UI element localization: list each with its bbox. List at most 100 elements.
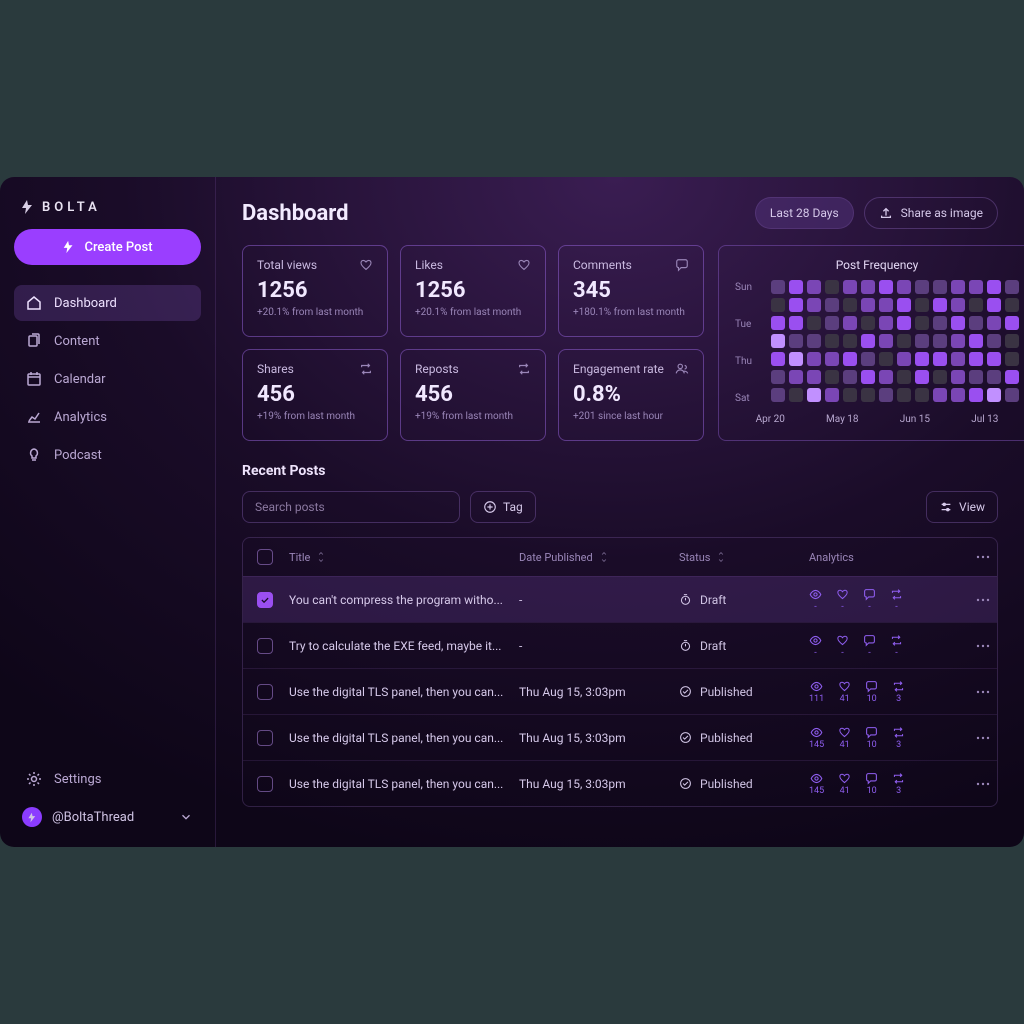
row-more[interactable]	[963, 592, 998, 608]
heatmap-cell	[933, 334, 947, 348]
settings-label: Settings	[54, 772, 101, 787]
row-title: You can't compress the program witho...	[283, 593, 513, 607]
heatmap-cell	[969, 370, 983, 384]
heatmap-cell	[897, 316, 911, 330]
col-date[interactable]: Date Published	[513, 551, 673, 564]
heatmap-cell	[789, 334, 803, 348]
sort-icon	[599, 552, 609, 562]
metric: 10	[865, 680, 878, 704]
sidebar-item-content[interactable]: Content	[14, 323, 201, 359]
table-row[interactable]: Use the digital TLS panel, then you can.…	[243, 668, 997, 714]
row-checkbox[interactable]	[257, 684, 273, 700]
share-image-button[interactable]: Share as image	[864, 197, 998, 229]
table-row[interactable]: Use the digital TLS panel, then you can.…	[243, 714, 997, 760]
header-more[interactable]	[963, 549, 998, 565]
comment-icon	[863, 634, 876, 647]
heart-icon	[836, 634, 849, 647]
check-icon	[679, 731, 692, 744]
row-more[interactable]	[963, 730, 998, 746]
gear-icon	[26, 771, 42, 787]
view-button[interactable]: View	[926, 491, 998, 523]
table-row[interactable]: Try to calculate the EXE feed, maybe it.…	[243, 622, 997, 668]
table-row[interactable]: Use the digital TLS panel, then you can.…	[243, 760, 997, 806]
sidebar-item-podcast[interactable]: Podcast	[14, 437, 201, 473]
heatmap-cell	[1005, 334, 1019, 348]
heatmap-cell	[915, 298, 929, 312]
plus-circle-icon	[483, 500, 497, 514]
chart-icon	[26, 409, 42, 425]
stat-label: Reposts	[415, 362, 459, 376]
row-checkbox[interactable]	[257, 638, 273, 654]
metric: 3	[892, 680, 905, 704]
eye-icon	[809, 588, 822, 601]
col-status[interactable]: Status	[673, 551, 803, 564]
row-status: Published	[673, 777, 803, 791]
heatmap-cell	[789, 388, 803, 402]
post-frequency-card: Post Frequency SunTueThuSat Apr 20May 18…	[718, 245, 1024, 441]
sidebar: BOLTA Create Post DashboardContentCalend…	[0, 177, 216, 847]
comment-icon	[863, 588, 876, 601]
users-icon	[675, 362, 689, 376]
sort-icon	[716, 552, 726, 562]
row-checkbox[interactable]	[257, 592, 273, 608]
heatmap-cell	[933, 352, 947, 366]
create-post-button[interactable]: Create Post	[14, 229, 201, 265]
date-range-button[interactable]: Last 28 Days	[755, 197, 854, 229]
row-more[interactable]	[963, 776, 998, 792]
metric: -	[836, 588, 849, 612]
sidebar-item-dashboard[interactable]: Dashboard	[14, 285, 201, 321]
search-input[interactable]	[242, 491, 460, 523]
row-analytics: 14541103	[803, 726, 963, 750]
row-more[interactable]	[963, 684, 998, 700]
heatmap-cell	[897, 352, 911, 366]
repeat-icon	[359, 362, 373, 376]
comment-icon	[675, 258, 689, 272]
table-row[interactable]: You can't compress the program witho... …	[243, 576, 997, 622]
nav: DashboardContentCalendar Analytics Podcast	[14, 285, 201, 473]
heatmap-cell	[1005, 298, 1019, 312]
heatmap-cell	[879, 388, 893, 402]
heatmap-cell	[861, 334, 875, 348]
tag-button[interactable]: Tag	[470, 491, 536, 523]
bolt-icon	[20, 199, 36, 215]
heart-icon	[838, 680, 851, 693]
heatmap-cell	[969, 316, 983, 330]
header: Dashboard Last 28 Days Share as image	[242, 197, 998, 229]
heatmap-cell	[789, 280, 803, 294]
heatmap-cell	[987, 280, 1001, 294]
day-labels: SunTueThuSat	[735, 280, 765, 406]
stat-label: Engagement rate	[573, 362, 664, 376]
metric: 10	[865, 772, 878, 796]
sidebar-item-analytics[interactable]: Analytics	[14, 399, 201, 435]
select-all-checkbox[interactable]	[257, 549, 273, 565]
brand: BOLTA	[14, 193, 201, 229]
row-more[interactable]	[963, 638, 998, 654]
col-title[interactable]: Title	[283, 551, 513, 564]
heatmap-cell	[825, 316, 839, 330]
heatmap-cell	[861, 352, 875, 366]
heatmap-cell	[897, 334, 911, 348]
heatmap-cell	[987, 334, 1001, 348]
sidebar-item-settings[interactable]: Settings	[14, 761, 201, 797]
heatmap-cell	[771, 298, 785, 312]
row-status: Published	[673, 685, 803, 699]
timer-icon	[679, 593, 692, 606]
heatmap-cell	[897, 388, 911, 402]
heatmap-cell	[1005, 388, 1019, 402]
heatmap-cell	[843, 388, 857, 402]
row-title: Use the digital TLS panel, then you can.…	[283, 685, 513, 699]
posts-toolbar: Tag View	[242, 491, 998, 523]
row-analytics: 11141103	[803, 680, 963, 704]
stat-label: Total views	[257, 258, 317, 272]
heatmap-cell	[771, 352, 785, 366]
row-checkbox[interactable]	[257, 730, 273, 746]
nav-label: Analytics	[54, 410, 107, 425]
sidebar-item-calendar[interactable]: Calendar	[14, 361, 201, 397]
account-switcher[interactable]: @BoltaThread	[14, 801, 201, 833]
heatmap-cell	[843, 316, 857, 330]
heatmap-cell	[825, 298, 839, 312]
heatmap-cell	[987, 316, 1001, 330]
month-labels: Apr 20May 18Jun 15Jul 13	[735, 414, 1019, 425]
heatmap-cell	[843, 280, 857, 294]
row-checkbox[interactable]	[257, 776, 273, 792]
